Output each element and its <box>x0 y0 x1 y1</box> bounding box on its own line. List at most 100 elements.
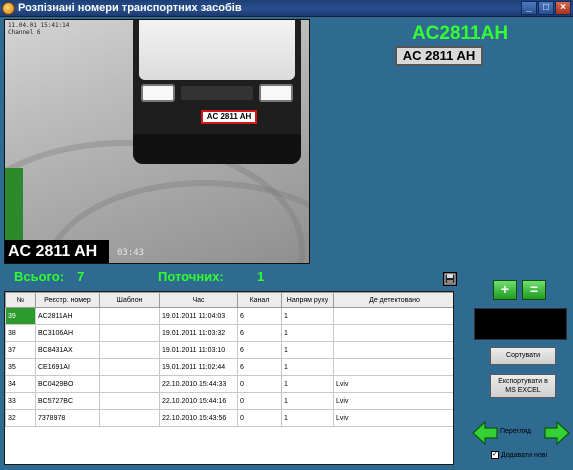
recognized-plate-overlay: AC 2811 AH <box>5 240 109 263</box>
maximize-button[interactable]: □ <box>538 1 554 15</box>
export-label-line1: Експортувати в <box>498 378 548 385</box>
osd-line-datetime: 11.04.01 15:41:14 <box>8 22 70 29</box>
arrow-right-icon[interactable] <box>544 421 570 445</box>
column-header-location[interactable]: Де детектовано <box>333 292 453 308</box>
camera-video-frame: AC 2811 AH 11.04.01 15:41:14 Channel 6 A… <box>4 19 310 264</box>
table-row[interactable]: 37 BC8431AX 19.01.2011 11:03:10 6 1 <box>5 341 453 359</box>
save-icon-graphic <box>444 273 456 285</box>
cell-plate: BC8431AX <box>35 341 100 359</box>
cell-time: 22.10.2010 15:44:16 <box>159 392 238 410</box>
cell-channel: 6 <box>237 324 282 342</box>
add-button[interactable]: + <box>493 280 517 300</box>
column-header-channel[interactable]: Канал <box>237 292 282 308</box>
table-row[interactable]: 32 7378978 22.10.2010 15:43:56 0 1 Lviv <box>5 409 453 427</box>
export-excel-button[interactable]: Експортувати в MS EXCEL <box>490 374 556 398</box>
table-row[interactable]: 38 BC3106AH 19.01.2011 11:03:32 6 1 <box>5 324 453 342</box>
cell-template <box>99 358 160 376</box>
title-bar: Розпізнані номери транспортних засобів _… <box>0 0 573 17</box>
cell-plate: 7378978 <box>35 409 100 427</box>
cell-number: 33 <box>5 392 36 410</box>
roadside-grass <box>5 168 23 248</box>
cell-number: 38 <box>5 324 36 342</box>
car-grille <box>181 86 253 100</box>
car-bumper <box>133 134 301 164</box>
detections-table[interactable]: № Реєстр. номер Шаблон Час Канал Напрям … <box>4 291 454 465</box>
table-row[interactable]: 33 BC5727BC 22.10.2010 15:44:16 0 1 Lviv <box>5 392 453 410</box>
cell-plate: BC5727BC <box>35 392 100 410</box>
cell-number: 32 <box>5 409 36 427</box>
cell-number: 39 <box>5 307 36 325</box>
close-button[interactable]: × <box>555 1 571 15</box>
window-title: Розпізнані номери транспортних засобів <box>18 2 242 14</box>
total-label: Всього: <box>14 269 65 284</box>
cell-channel: 6 <box>237 341 282 359</box>
video-timer: 03:43 <box>117 248 145 258</box>
table-header-row: № Реєстр. номер Шаблон Час Канал Напрям … <box>5 292 453 308</box>
cell-direction: 1 <box>281 307 334 325</box>
column-header-number[interactable]: № <box>5 292 36 308</box>
cell-plate: BC3106AH <box>35 324 100 342</box>
table-row[interactable]: 39 AC2811AH 19.01.2011 11:04:03 6 1 <box>5 307 453 325</box>
plate-crop-image: AC 2811 AH <box>395 46 483 66</box>
cell-time: 19.01.2011 11:03:32 <box>159 324 238 342</box>
cell-number: 35 <box>5 358 36 376</box>
car-image: AC 2811 AH <box>133 20 301 164</box>
cell-location: Lviv <box>333 392 453 410</box>
cell-channel: 6 <box>237 307 282 325</box>
cell-channel: 0 <box>237 409 282 427</box>
add-new-option[interactable]: ✓ Додавати нові <box>491 451 547 459</box>
cell-location <box>333 358 453 376</box>
cell-channel: 6 <box>237 358 282 376</box>
table-row[interactable]: 35 CE1691AI 19.01.2011 11:02:44 6 1 <box>5 358 453 376</box>
current-label: Поточних: <box>158 269 224 284</box>
cell-template <box>99 409 160 427</box>
status-display <box>474 308 567 340</box>
headlight-left <box>141 84 175 102</box>
cell-template <box>99 324 160 342</box>
remove-button[interactable]: = <box>522 280 546 300</box>
cell-template <box>99 392 160 410</box>
cell-direction: 1 <box>281 324 334 342</box>
cell-location <box>333 324 453 342</box>
app-icon <box>2 2 15 15</box>
cell-time: 22.10.2010 15:44:33 <box>159 375 238 393</box>
floppy-disk-icon[interactable] <box>443 272 457 286</box>
window-controls: _ □ × <box>521 1 571 15</box>
cell-location <box>333 341 453 359</box>
table-row[interactable]: 34 BC0429BO 22.10.2010 15:44:33 0 1 Lviv <box>5 375 453 393</box>
total-value: 7 <box>77 269 85 284</box>
cell-template <box>99 307 160 325</box>
column-header-direction[interactable]: Напрям руху <box>281 292 334 308</box>
cell-time: 22.10.2010 15:43:56 <box>159 409 238 427</box>
add-new-label: Додавати нові <box>501 451 548 459</box>
car-hood <box>139 20 295 80</box>
cell-direction: 1 <box>281 341 334 359</box>
minimize-button[interactable]: _ <box>521 1 537 15</box>
headlight-right <box>259 84 293 102</box>
add-new-checkbox[interactable]: ✓ <box>491 451 499 459</box>
nav-label: Перегляд <box>500 428 532 435</box>
sort-button[interactable]: Сортувати <box>490 347 556 365</box>
cell-location: Lviv <box>333 375 453 393</box>
column-header-time[interactable]: Час <box>159 292 238 308</box>
arrow-left-icon[interactable] <box>472 421 498 445</box>
cell-location <box>333 307 453 325</box>
cell-number: 34 <box>5 375 36 393</box>
osd-line-channel: Channel 6 <box>8 29 41 36</box>
cell-plate: AC2811AH <box>35 307 100 325</box>
column-header-template[interactable]: Шаблон <box>99 292 160 308</box>
current-value: 1 <box>257 269 265 284</box>
cell-time: 19.01.2011 11:03:10 <box>159 341 238 359</box>
export-label-line2: MS EXCEL <box>505 387 541 394</box>
detected-plate-box: AC 2811 AH <box>201 110 257 124</box>
cell-template <box>99 375 160 393</box>
cell-time: 19.01.2011 11:04:03 <box>159 307 238 325</box>
cell-time: 19.01.2011 11:02:44 <box>159 358 238 376</box>
column-header-plate[interactable]: Реєстр. номер <box>35 292 100 308</box>
cell-plate: CE1691AI <box>35 358 100 376</box>
cell-direction: 1 <box>281 409 334 427</box>
cell-location: Lviv <box>333 409 453 427</box>
cell-number: 37 <box>5 341 36 359</box>
cell-template <box>99 341 160 359</box>
video-osd: 11.04.01 15:41:14 Channel 6 <box>8 22 69 36</box>
